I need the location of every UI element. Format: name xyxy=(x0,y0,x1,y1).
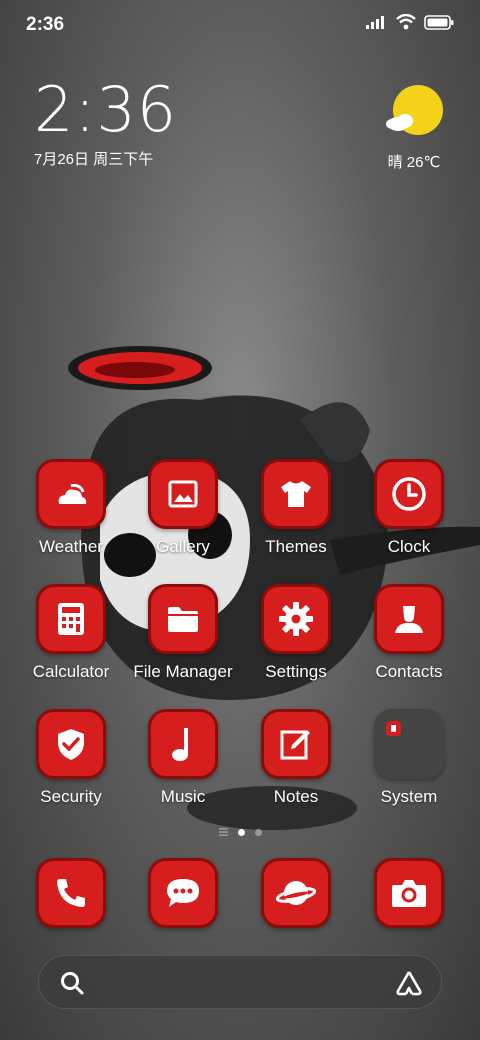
clock-icon xyxy=(392,477,426,511)
battery-icon xyxy=(424,14,454,30)
app-music-tile[interactable] xyxy=(148,709,218,779)
notes-icon xyxy=(280,730,310,760)
camera-icon xyxy=(392,880,426,907)
status-bar: 2:36 xyxy=(0,0,480,50)
app-label: Security xyxy=(40,787,102,806)
weather-icon xyxy=(58,483,87,504)
assistant-icon[interactable] xyxy=(395,969,423,997)
app-label: Settings xyxy=(265,662,327,681)
app-label: Notes xyxy=(273,787,319,806)
wifi-icon xyxy=(396,14,416,30)
app-label: Music xyxy=(160,787,206,806)
app-file-manager[interactable]: File Manager xyxy=(128,584,238,682)
app-label: Clock xyxy=(387,537,431,556)
app-label: Themes xyxy=(265,537,327,556)
app-settings-tile[interactable] xyxy=(261,584,331,654)
app-notes[interactable]: Notes xyxy=(241,709,351,807)
app-label: System xyxy=(380,787,438,806)
clock-widget[interactable]: 2:36 7月26日 周三下午 xyxy=(34,78,177,169)
dock-camera[interactable] xyxy=(354,858,464,928)
gear-icon xyxy=(279,602,313,636)
page-indicator xyxy=(0,828,480,836)
themes-icon xyxy=(281,481,311,507)
app-weather[interactable]: Weather xyxy=(16,459,126,557)
dock-messages[interactable] xyxy=(128,858,238,928)
app-calculator[interactable]: Calculator xyxy=(16,584,126,682)
widget-date: 7月26日 周三下午 xyxy=(34,151,154,168)
gallery-icon xyxy=(168,480,198,508)
contacts-icon xyxy=(395,606,423,633)
folder-system[interactable]: System xyxy=(354,709,464,807)
weather-widget[interactable]: 晴 26℃ xyxy=(384,84,444,172)
dock-phone-tile[interactable] xyxy=(36,858,106,928)
folder-mini-app-icon xyxy=(386,721,401,736)
app-weather-tile[interactable] xyxy=(36,459,106,529)
calculator-icon xyxy=(58,603,84,635)
search-bar[interactable] xyxy=(38,955,442,1009)
weather-text: 晴 26℃ xyxy=(387,154,441,171)
app-label: Calculator xyxy=(32,662,110,681)
app-label: File Manager xyxy=(133,662,233,681)
app-themes-tile[interactable] xyxy=(261,459,331,529)
dock-camera-tile[interactable] xyxy=(374,858,444,928)
app-notes-tile[interactable] xyxy=(261,709,331,779)
app-label: Gallery xyxy=(156,537,210,556)
folder-icon xyxy=(168,607,198,632)
search-icon[interactable] xyxy=(59,970,85,996)
music-note-icon xyxy=(172,728,188,761)
app-clock-tile[interactable] xyxy=(374,459,444,529)
page-dot-active[interactable] xyxy=(237,828,245,836)
status-time: 2:36 xyxy=(26,14,65,35)
shield-icon xyxy=(58,729,84,760)
dock-browser[interactable] xyxy=(241,858,351,928)
dock-messages-tile[interactable] xyxy=(148,858,218,928)
app-contacts[interactable]: Contacts xyxy=(354,584,464,682)
sun-cloud-icon xyxy=(386,85,443,135)
app-gallery[interactable]: Gallery xyxy=(128,459,238,557)
dock-browser-tile[interactable] xyxy=(261,858,331,928)
app-file-manager-tile[interactable] xyxy=(148,584,218,654)
app-calculator-tile[interactable] xyxy=(36,584,106,654)
widget-time: 2:36 xyxy=(34,73,178,146)
app-label: Contacts xyxy=(375,662,443,681)
app-themes[interactable]: Themes xyxy=(241,459,351,557)
phone-icon xyxy=(57,879,85,907)
app-contacts-tile[interactable] xyxy=(374,584,444,654)
app-music[interactable]: Music xyxy=(128,709,238,807)
message-icon xyxy=(167,879,199,907)
app-settings[interactable]: Settings xyxy=(241,584,351,682)
dock-phone[interactable] xyxy=(16,858,126,928)
app-label: Weather xyxy=(39,537,103,556)
signal-icon xyxy=(366,16,384,29)
app-gallery-tile[interactable] xyxy=(148,459,218,529)
app-security-tile[interactable] xyxy=(36,709,106,779)
page-dot[interactable] xyxy=(254,828,262,836)
folder-tile[interactable] xyxy=(374,709,444,779)
home-lines-icon xyxy=(218,828,228,836)
app-clock[interactable]: Clock xyxy=(354,459,464,557)
app-security[interactable]: Security xyxy=(16,709,126,807)
browser-planet-icon xyxy=(276,881,316,905)
